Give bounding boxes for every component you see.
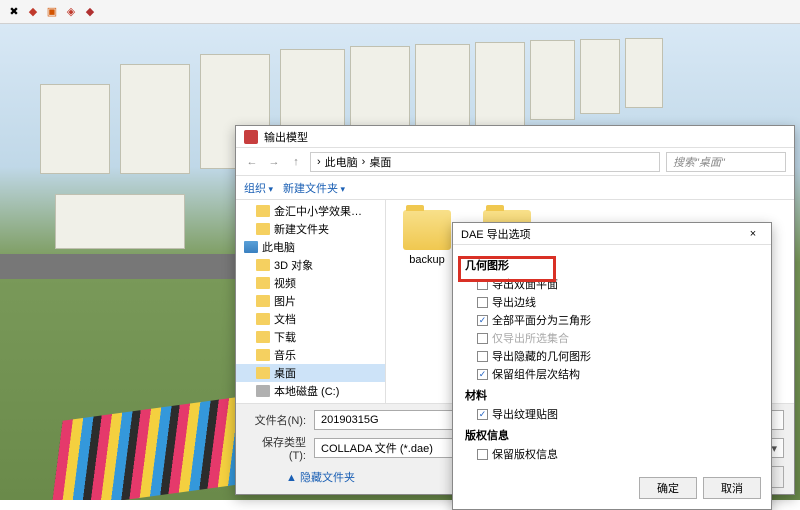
filename-label: 文件名(N): — [246, 412, 306, 428]
filetype-label: 保存类型(T): — [246, 434, 306, 462]
option-label: 保留版权信息 — [492, 446, 558, 462]
checkbox[interactable] — [477, 315, 488, 326]
checkbox[interactable] — [477, 297, 488, 308]
organize-menu[interactable]: 组织 — [244, 180, 273, 196]
option-label: 导出双面平面 — [492, 276, 558, 292]
option-row[interactable]: 导出边线 — [465, 293, 759, 311]
option-row[interactable]: 导出隐藏的几何图形 — [465, 347, 759, 365]
options-titlebar[interactable]: DAE 导出选项 × — [453, 223, 771, 245]
tree-item-label: 音乐 — [274, 347, 296, 363]
dialog-toolbar: 组织 新建文件夹 — [236, 176, 794, 200]
option-row[interactable]: 导出双面平面 — [465, 275, 759, 293]
new-folder-button[interactable]: 新建文件夹 — [283, 180, 345, 196]
tree-item-label: 此电脑 — [262, 239, 295, 255]
option-label: 全部平面分为三角形 — [492, 312, 591, 328]
drive-icon — [256, 385, 270, 397]
tree-item[interactable]: 音乐 — [236, 346, 385, 364]
tree-item[interactable]: 桌面 — [236, 364, 385, 382]
option-label: 导出纹理贴图 — [492, 406, 558, 422]
folder-icon — [256, 349, 270, 361]
nav-back-icon[interactable]: ← — [244, 154, 260, 170]
nav-bar: ← → ↑ › 此电脑 › 桌面 搜索"桌面" — [236, 148, 794, 176]
hide-folders-link[interactable]: ▲ 隐藏文件夹 — [286, 469, 355, 485]
export-dialog-titlebar[interactable]: 输出模型 — [236, 126, 794, 148]
option-row: 仅导出所选集合 — [465, 329, 759, 347]
tree-item-label: 图片 — [274, 293, 296, 309]
tree-item-label: 本地磁盘 (C:) — [274, 383, 339, 399]
option-row[interactable]: 保留版权信息 — [465, 445, 759, 463]
checkbox[interactable] — [477, 279, 488, 290]
breadcrumb[interactable]: 此电脑 — [325, 154, 358, 170]
nav-up-icon[interactable]: ↑ — [288, 154, 304, 170]
option-label: 导出隐藏的几何图形 — [492, 348, 591, 364]
tool-gem-icon[interactable]: ◆ — [82, 4, 98, 20]
tree-item-label: 3D 对象 — [274, 257, 313, 273]
tree-item[interactable]: 新建文件夹 — [236, 220, 385, 238]
ok-button[interactable]: 确定 — [639, 477, 697, 499]
folder-icon — [403, 210, 451, 250]
options-title: DAE 导出选项 — [461, 226, 531, 242]
option-label: 保留组件层次结构 — [492, 366, 580, 382]
option-row[interactable]: 保留组件层次结构 — [465, 365, 759, 383]
folder-tree[interactable]: 金汇中小学效果… 新建文件夹此电脑 3D 对象视频图片文档下载音乐桌面本地磁盘 (C… — [236, 200, 386, 403]
group-material: 材料 — [465, 387, 759, 403]
folder-icon — [256, 205, 270, 217]
folder-icon — [256, 295, 270, 307]
folder-icon — [256, 223, 270, 235]
folder-icon — [256, 277, 270, 289]
export-dialog-title: 输出模型 — [264, 129, 308, 145]
tree-item-label: 金汇中小学效果… — [274, 203, 362, 219]
tool-ruby-icon[interactable]: ◈ — [63, 4, 79, 20]
tree-item[interactable]: 3D 对象 — [236, 256, 385, 274]
option-row[interactable]: 全部平面分为三角形 — [465, 311, 759, 329]
tool-x-icon[interactable]: ✖ — [6, 4, 22, 20]
address-bar[interactable]: › 此电脑 › 桌面 — [310, 152, 660, 172]
checkbox — [477, 333, 488, 344]
close-icon[interactable]: × — [743, 228, 763, 240]
checkbox[interactable] — [477, 369, 488, 380]
tree-item-label: 桌面 — [274, 365, 296, 381]
tree-item[interactable]: 文档 — [236, 310, 385, 328]
checkbox[interactable] — [477, 409, 488, 420]
checkbox[interactable] — [477, 449, 488, 460]
folder-icon — [256, 313, 270, 325]
folder-icon — [256, 367, 270, 379]
tree-item-label: 视频 — [274, 275, 296, 291]
group-geometry: 几何图形 — [465, 257, 759, 273]
options-dialog: DAE 导出选项 × 几何图形 导出双面平面导出边线全部平面分为三角形仅导出所选… — [452, 222, 772, 510]
tree-item-label: 文档 — [274, 311, 296, 327]
folder-label: backup — [409, 254, 444, 266]
app-icon — [244, 130, 258, 144]
tree-item[interactable]: 此电脑 — [236, 238, 385, 256]
tool-gift-icon[interactable]: ▣ — [44, 4, 60, 20]
folder-item[interactable]: backup — [396, 210, 458, 266]
folder-icon — [256, 259, 270, 271]
tree-item-label: 新建文件夹 — [274, 221, 329, 237]
tree-item[interactable]: 图片 — [236, 292, 385, 310]
option-label: 仅导出所选集合 — [492, 330, 569, 346]
search-input[interactable]: 搜索"桌面" — [666, 152, 786, 172]
tree-item[interactable]: 金汇中小学效果… — [236, 202, 385, 220]
nav-fwd-icon[interactable]: → — [266, 154, 282, 170]
tree-item-label: 下载 — [274, 329, 296, 345]
option-row[interactable]: 导出纹理贴图 — [465, 405, 759, 423]
tree-item[interactable]: 本地磁盘 (C:) — [236, 382, 385, 400]
folder-icon — [256, 331, 270, 343]
breadcrumb[interactable]: 桌面 — [369, 154, 391, 170]
tool-palette-icon[interactable]: ◆ — [25, 4, 41, 20]
tree-item[interactable]: 下载 — [236, 328, 385, 346]
group-copyright: 版权信息 — [465, 427, 759, 443]
pc-icon — [244, 241, 258, 253]
checkbox[interactable] — [477, 351, 488, 362]
option-label: 导出边线 — [492, 294, 536, 310]
tree-item[interactable]: 视频 — [236, 274, 385, 292]
app-toolbar: ✖ ◆ ▣ ◈ ◆ — [0, 0, 800, 24]
options-cancel-button[interactable]: 取消 — [703, 477, 761, 499]
